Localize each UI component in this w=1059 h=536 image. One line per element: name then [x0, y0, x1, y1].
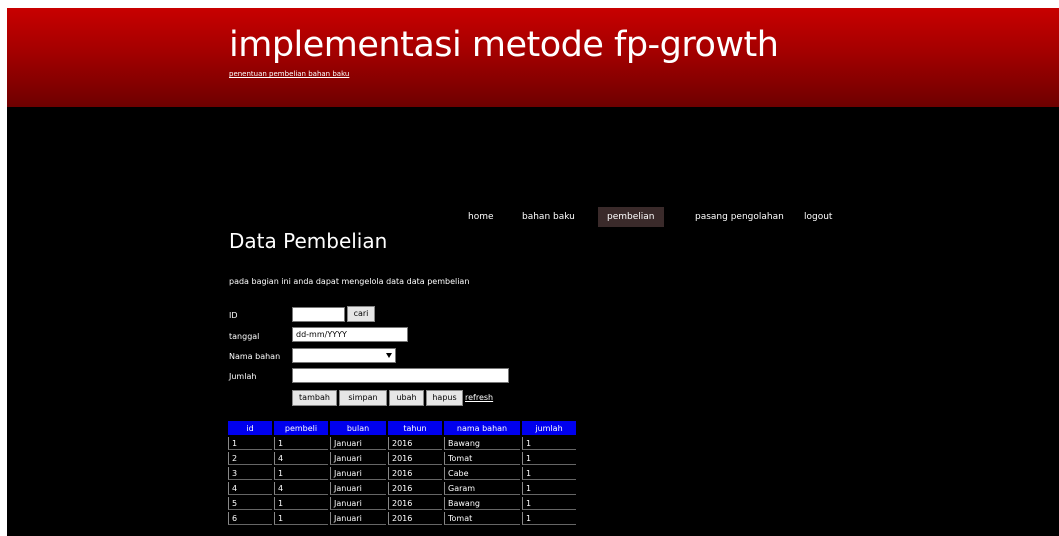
cell-pembeli: 1 — [274, 437, 328, 450]
col-header-bulan: bulan — [330, 421, 386, 435]
cell-tahun: 2016 — [388, 437, 442, 450]
nav-item-home[interactable]: home — [468, 207, 494, 227]
cari-button[interactable]: cari — [347, 306, 375, 322]
cell-id: 6 — [228, 512, 272, 525]
tanggal-label: tanggal — [229, 332, 260, 341]
site-title: implementasi metode fp-growth — [229, 25, 779, 65]
refresh-link[interactable]: refresh — [465, 393, 493, 402]
cell-nama-bahan: Garam — [444, 482, 520, 495]
cell-jumlah: 1 — [522, 497, 576, 510]
cell-jumlah: 1 — [522, 482, 576, 495]
table-row[interactable]: 4 4 Januari 2016 Garam 1 — [228, 482, 576, 495]
nav-item-bahan-baku[interactable]: bahan baku — [522, 207, 575, 227]
id-label: ID — [229, 311, 238, 320]
cell-tahun: 2016 — [388, 452, 442, 465]
main-nav: home bahan baku pembelian pasang pengola… — [7, 207, 1059, 227]
hapus-button[interactable]: hapus — [426, 390, 463, 406]
cell-jumlah: 1 — [522, 452, 576, 465]
nav-item-pasang-pengolahan[interactable]: pasang pengolahan — [695, 207, 784, 227]
cell-bulan: Januari — [330, 452, 386, 465]
nama-bahan-label: Nama bahan — [229, 352, 281, 361]
cell-nama-bahan: Bawang — [444, 437, 520, 450]
cell-bulan: Januari — [330, 512, 386, 525]
cell-jumlah: 1 — [522, 467, 576, 480]
nav-item-pembelian[interactable]: pembelian — [598, 207, 664, 227]
tambah-button[interactable]: tambah — [292, 390, 337, 406]
id-input[interactable] — [292, 307, 345, 322]
simpan-button[interactable]: simpan — [339, 390, 387, 406]
cell-id: 4 — [228, 482, 272, 495]
cell-pembeli: 1 — [274, 467, 328, 480]
cell-id: 5 — [228, 497, 272, 510]
page-title: Data Pembelian — [229, 229, 388, 253]
table-row[interactable]: 2 4 Januari 2016 Tomat 1 — [228, 452, 576, 465]
cell-nama-bahan: Cabe — [444, 467, 520, 480]
cell-bulan: Januari — [330, 467, 386, 480]
col-header-tahun: tahun — [388, 421, 442, 435]
col-header-id: id — [228, 421, 272, 435]
cell-bulan: Januari — [330, 437, 386, 450]
app-frame: implementasi metode fp-growth penentuan … — [7, 8, 1059, 536]
cell-jumlah: 1 — [522, 437, 576, 450]
nav-item-logout[interactable]: logout — [804, 207, 832, 227]
table-row[interactable]: 1 1 Januari 2016 Bawang 1 — [228, 437, 576, 450]
cell-nama-bahan: Tomat — [444, 452, 520, 465]
page-intro: pada bagian ini anda dapat mengelola dat… — [229, 277, 470, 286]
cell-id: 1 — [228, 437, 272, 450]
cell-pembeli: 4 — [274, 452, 328, 465]
pembelian-table: id pembeli bulan tahun nama bahan jumlah… — [226, 419, 578, 527]
site-subtitle-link[interactable]: penentuan pembelian bahan baku — [229, 70, 349, 78]
cell-nama-bahan: Tomat — [444, 512, 520, 525]
col-header-jumlah: jumlah — [522, 421, 576, 435]
cell-nama-bahan: Bawang — [444, 497, 520, 510]
table-header-row: id pembeli bulan tahun nama bahan jumlah — [228, 421, 576, 435]
tanggal-input[interactable]: dd-mm/YYYY — [292, 327, 408, 342]
cell-bulan: Januari — [330, 497, 386, 510]
cell-bulan: Januari — [330, 482, 386, 495]
table-row[interactable]: 6 1 Januari 2016 Tomat 1 — [228, 512, 576, 525]
cell-pembeli: 4 — [274, 482, 328, 495]
cell-pembeli: 1 — [274, 512, 328, 525]
cell-tahun: 2016 — [388, 482, 442, 495]
jumlah-label: Jumlah — [229, 372, 257, 381]
site-header: implementasi metode fp-growth penentuan … — [7, 8, 1059, 107]
cell-tahun: 2016 — [388, 497, 442, 510]
cell-id: 3 — [228, 467, 272, 480]
jumlah-input[interactable] — [292, 368, 509, 383]
nama-bahan-select[interactable] — [292, 348, 396, 363]
table-row[interactable]: 3 1 Januari 2016 Cabe 1 — [228, 467, 576, 480]
cell-tahun: 2016 — [388, 467, 442, 480]
table-row[interactable]: 5 1 Januari 2016 Bawang 1 — [228, 497, 576, 510]
cell-jumlah: 1 — [522, 512, 576, 525]
cell-id: 2 — [228, 452, 272, 465]
ubah-button[interactable]: ubah — [389, 390, 424, 406]
col-header-pembeli: pembeli — [274, 421, 328, 435]
cell-pembeli: 1 — [274, 497, 328, 510]
cell-tahun: 2016 — [388, 512, 442, 525]
col-header-nama-bahan: nama bahan — [444, 421, 520, 435]
chevron-down-icon — [386, 353, 392, 358]
